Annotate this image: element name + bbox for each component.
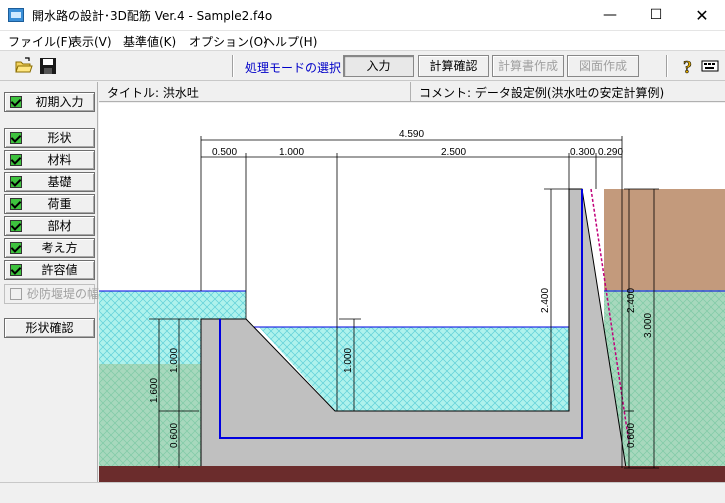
menu-view[interactable]: 表示(V) bbox=[70, 33, 112, 50]
sidebar-item-member[interactable]: 部材 bbox=[4, 216, 95, 236]
menu-options[interactable]: オプション(O) bbox=[189, 33, 268, 50]
check-icon bbox=[10, 220, 22, 232]
initial-input-button[interactable]: 初期入力 bbox=[4, 92, 95, 112]
cross-section-drawing: 4.590 0.500 1.000 2.500 0.300 0.290 2.40… bbox=[99, 129, 725, 482]
window-title: 開水路の設計･3D配筋 Ver.4 - Sample2.f4o bbox=[32, 9, 273, 23]
dim-seg-3: 2.500 bbox=[441, 147, 466, 158]
minimize-button[interactable]: — bbox=[587, 0, 633, 31]
check-icon bbox=[10, 264, 22, 276]
sidebar-item-shape[interactable]: 形状 bbox=[4, 128, 95, 148]
info-divider bbox=[410, 82, 411, 102]
toolbar-separator bbox=[666, 55, 668, 77]
check-icon bbox=[10, 242, 22, 254]
mode-calc-check-button[interactable]: 計算確認 bbox=[418, 55, 489, 77]
check-icon bbox=[10, 176, 22, 188]
sidebar-item-foundation[interactable]: 基礎 bbox=[4, 172, 95, 192]
dim-seg-2: 1.000 bbox=[279, 147, 304, 158]
svg-text:?: ? bbox=[683, 57, 692, 76]
status-bar bbox=[0, 482, 725, 503]
dim-seg-5: 0.290 bbox=[598, 147, 623, 158]
title-bar: 開水路の設計･3D配筋 Ver.4 - Sample2.f4o — ☐ ✕ bbox=[0, 0, 725, 31]
sidebar-item-sabo-width[interactable]: 砂防堰堤の幅 bbox=[4, 284, 99, 304]
toolbar: 処理モードの選択 入力 計算確認 計算書作成 図面作成 ? bbox=[0, 51, 725, 81]
sidebar: 初期入力 形状 材料 基礎 荷重 部材 考え方 許容値 砂防堰堤の幅 形状確認 bbox=[0, 82, 99, 482]
dim-right-lower: 0.600 bbox=[626, 423, 637, 448]
sidebar-item-material[interactable]: 材料 bbox=[4, 150, 95, 170]
dim-left-upper: 1.000 bbox=[169, 348, 180, 373]
dim-right-height: 2.400 bbox=[626, 288, 637, 313]
drawing-title: タイトル: 洪水吐 bbox=[107, 86, 199, 100]
dim-slope-height: 1.000 bbox=[343, 348, 354, 373]
sidebar-item-approach[interactable]: 考え方 bbox=[4, 238, 95, 258]
dim-seg-4: 0.300 bbox=[570, 147, 595, 158]
menu-help[interactable]: ヘルプ(H) bbox=[263, 33, 317, 50]
close-button[interactable]: ✕ bbox=[679, 0, 725, 31]
maximize-button[interactable]: ☐ bbox=[633, 0, 679, 31]
drawing-canvas[interactable]: 4.590 0.500 1.000 2.500 0.300 0.290 2.40… bbox=[99, 103, 725, 482]
shape-confirm-button[interactable]: 形状確認 bbox=[4, 318, 95, 338]
checkbox-icon bbox=[10, 288, 22, 300]
dim-right-total: 3.000 bbox=[643, 313, 654, 338]
sidebar-item-load[interactable]: 荷重 bbox=[4, 194, 95, 214]
keyboard-icon[interactable] bbox=[700, 56, 720, 76]
check-icon bbox=[10, 198, 22, 210]
check-icon bbox=[10, 132, 22, 144]
open-folder-icon[interactable] bbox=[14, 56, 34, 76]
save-icon[interactable] bbox=[38, 56, 58, 76]
check-icon bbox=[10, 96, 22, 108]
mode-label: 処理モードの選択 bbox=[245, 61, 342, 75]
dim-inner-height: 2.400 bbox=[540, 288, 551, 313]
dim-left-lower: 0.600 bbox=[169, 423, 180, 448]
check-icon bbox=[10, 154, 22, 166]
drawing-comment: コメント: データ設定例(洪水吐の安定計算例) bbox=[419, 86, 665, 100]
menu-file[interactable]: ファイル(F) bbox=[8, 33, 72, 50]
mode-input-button[interactable]: 入力 bbox=[343, 55, 414, 77]
mode-report-button[interactable]: 計算書作成 bbox=[492, 55, 564, 77]
menu-bar: ファイル(F) 表示(V) 基準値(K) オプション(O) ヘルプ(H) bbox=[0, 31, 725, 51]
dim-left-total: 1.600 bbox=[149, 378, 160, 403]
help-icon[interactable]: ? bbox=[678, 56, 698, 78]
mode-drawing-button[interactable]: 図面作成 bbox=[567, 55, 639, 77]
menu-standard[interactable]: 基準値(K) bbox=[123, 33, 176, 50]
info-bar: タイトル: 洪水吐 コメント: データ設定例(洪水吐の安定計算例) bbox=[99, 82, 725, 102]
toolbar-separator bbox=[232, 55, 234, 77]
dim-seg-1: 0.500 bbox=[212, 147, 237, 158]
dim-total-width: 4.590 bbox=[399, 129, 424, 140]
sidebar-item-allowable[interactable]: 許容値 bbox=[4, 260, 95, 280]
app-icon bbox=[8, 8, 24, 22]
